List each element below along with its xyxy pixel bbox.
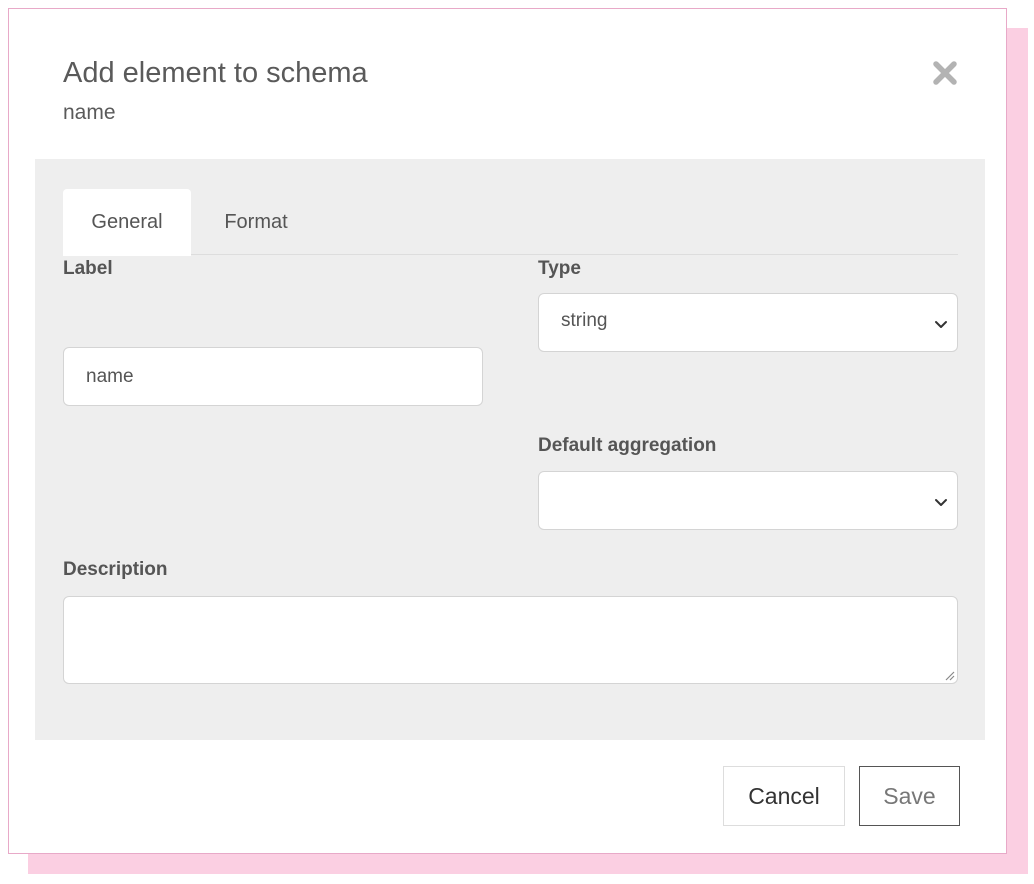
type-select-value: string — [561, 309, 608, 331]
description-textarea[interactable] — [63, 596, 958, 684]
chevron-down-icon — [935, 320, 947, 328]
default-aggregation-select[interactable] — [538, 471, 958, 530]
type-field-title: Type — [538, 258, 581, 279]
close-x-icon — [933, 61, 957, 85]
tab-bar: General Format — [63, 189, 958, 256]
form-panel: General Format Label name Type string De… — [35, 159, 985, 740]
dialog-subtitle: name — [63, 101, 116, 124]
default-aggregation-field-title: Default aggregation — [538, 435, 717, 456]
label-input[interactable]: name — [63, 347, 483, 406]
cancel-button[interactable]: Cancel — [723, 766, 845, 826]
label-input-value: name — [86, 365, 134, 387]
tab-general[interactable]: General — [63, 189, 191, 256]
resize-grip-icon[interactable] — [943, 669, 955, 681]
dialog-title: Add element to schema — [63, 57, 368, 89]
save-button[interactable]: Save — [859, 766, 960, 826]
chevron-down-icon — [935, 498, 947, 506]
type-select[interactable]: string — [538, 293, 958, 352]
description-field-title: Description — [63, 559, 168, 580]
tab-format[interactable]: Format — [191, 189, 321, 255]
close-button[interactable] — [927, 55, 963, 91]
label-field-title: Label — [63, 258, 113, 279]
add-element-dialog: Add element to schema name General Forma… — [8, 8, 1007, 854]
